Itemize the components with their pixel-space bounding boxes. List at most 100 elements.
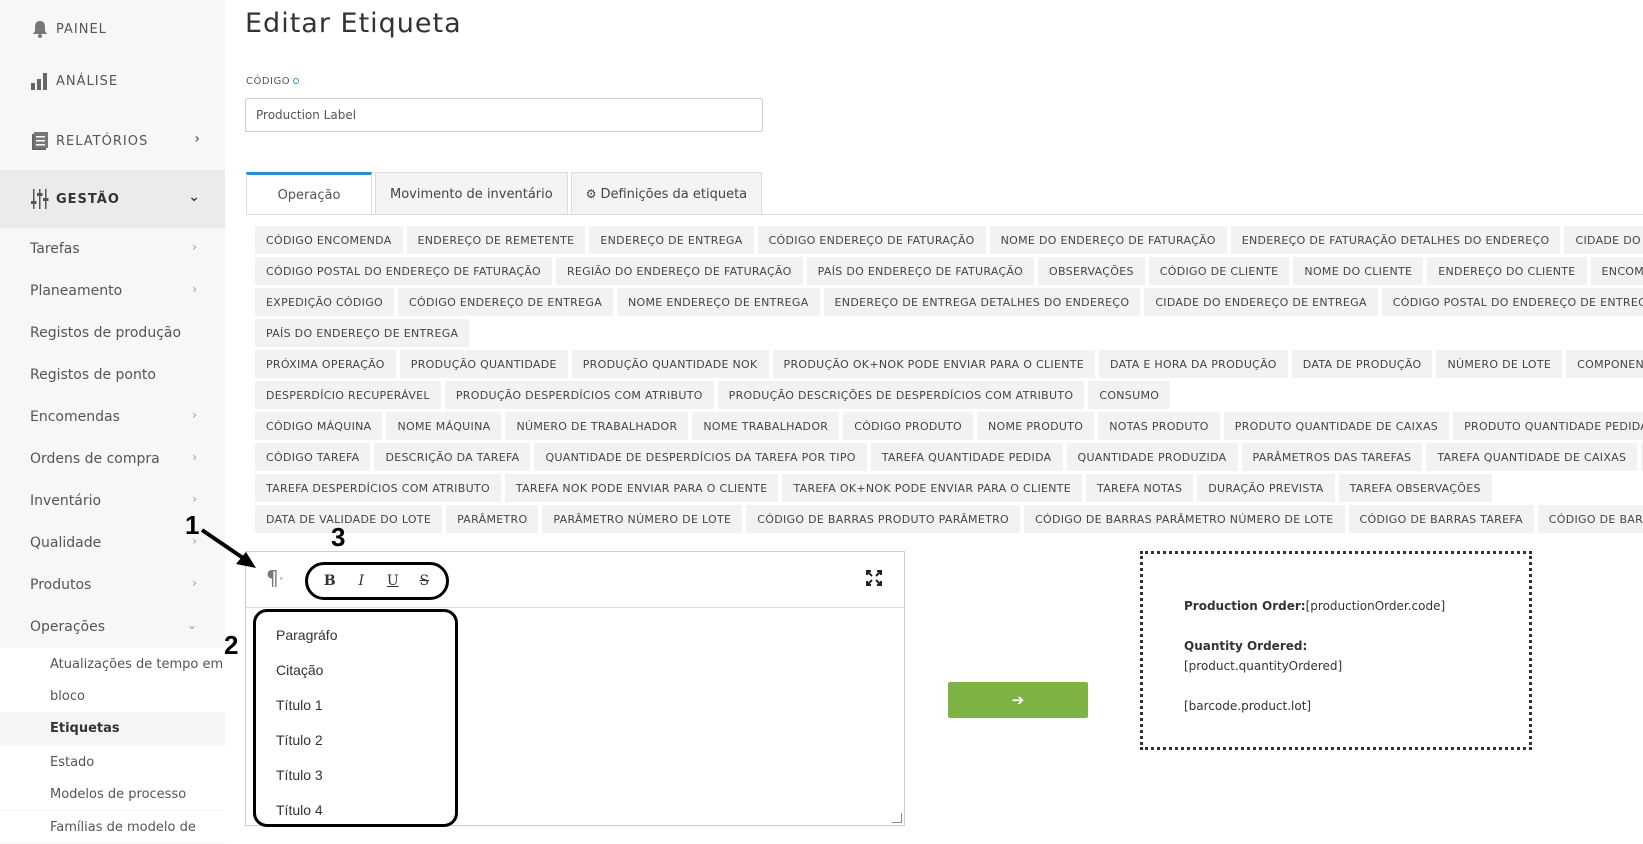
insert-field-tag[interactable]: CONSUMO	[1088, 381, 1171, 409]
insert-field-tag[interactable]: TAREFA OBSERVAÇÕES	[1338, 474, 1492, 502]
insert-field-tag[interactable]: EXPEDIÇÃO CÓDIGO	[255, 288, 394, 316]
insert-field-tag[interactable]: CÓDIGO ENDEREÇO DE ENTREGA	[398, 288, 614, 316]
insert-field-tag[interactable]: TAREFA NOTAS	[1086, 474, 1194, 502]
sidebar-subitem-modelos-processo[interactable]: Modelos de processo	[0, 778, 225, 810]
insert-field-tag[interactable]: PRODUTO QUANTIDADE PEDIDA	[1453, 412, 1643, 440]
dropdown-item-paragrafo[interactable]: Paragráfo	[256, 617, 455, 652]
insert-field-tag[interactable]: PRÓXIMA OPERAÇÃO	[255, 350, 396, 378]
insert-field-tag[interactable]: DATA E HORA DA PRODUÇÃO	[1099, 350, 1288, 378]
insert-field-tag[interactable]: PRODUÇÃO DESPERDÍCIOS COM ATRIBUTO	[444, 381, 714, 409]
insert-field-tag[interactable]: NOME PRODUTO	[977, 412, 1095, 440]
sidebar-subitem-atualizacoes[interactable]: Atualizações de tempo em	[0, 648, 225, 680]
insert-field-tag[interactable]: NÚMERO DE TRABALHADOR	[505, 412, 689, 440]
underline-button[interactable]: U	[381, 573, 405, 589]
insert-field-tag[interactable]: REGIÃO DO ENDEREÇO DE FATURAÇÃO	[555, 257, 803, 285]
insert-field-tag[interactable]: ENDEREÇO DE REMETENTE	[406, 226, 586, 254]
sidebar-item-registos-producao[interactable]: Registos de produção	[0, 312, 225, 354]
insert-field-tag[interactable]: NOME MÁQUINA	[386, 412, 502, 440]
insert-field-tag[interactable]: CÓDIGO DE BARRAS PARÂMETRO NÚMERO DE LOT…	[1024, 505, 1345, 533]
bold-button[interactable]: B	[318, 573, 342, 589]
insert-field-tag[interactable]: DATA DE PRODUÇÃO	[1291, 350, 1433, 378]
insert-field-tag[interactable]: TAREFA OK+NOK PODE ENVIAR PARA O CLIENTE	[782, 474, 1083, 502]
insert-field-tag[interactable]: CÓDIGO DE BARRAS EXP	[1537, 505, 1643, 533]
strikethrough-button[interactable]: S	[412, 573, 436, 589]
sidebar-item-encomendas[interactable]: Encomendas ›	[0, 396, 225, 438]
tab-movimento-inventario[interactable]: Movimento de inventário	[375, 172, 568, 215]
insert-field-tag[interactable]: TAREFA DESPERDÍCIOS COM ATRIBUTO	[255, 474, 501, 502]
insert-field-tag[interactable]: TAREFA QUANTIDADE DE CAIXAS	[1426, 443, 1638, 471]
insert-field-tag[interactable]: CIDADE DO ENDEREÇO	[1564, 226, 1643, 254]
insert-field-tag[interactable]: PRODUÇÃO QUANTIDADE	[399, 350, 568, 378]
editor-toolbar: ¶˅ B I U S	[246, 552, 904, 608]
insert-field-tag[interactable]: ENDEREÇO DE ENTREGA	[589, 226, 754, 254]
insert-field-tag[interactable]: QUANTIDADE PRODUZIDA	[1066, 443, 1238, 471]
sidebar-subitem-familias-modelo[interactable]: Famílias de modelo de	[0, 811, 225, 843]
insert-field-tag[interactable]: ENDEREÇO DO CLIENTE	[1427, 257, 1587, 285]
insert-field-tag[interactable]: DESCRIÇÃO DA TAREFA	[374, 443, 531, 471]
insert-field-tag[interactable]: NOME DO ENDEREÇO DE FATURAÇÃO	[989, 226, 1227, 254]
dropdown-item-titulo-4[interactable]: Título 4	[256, 792, 455, 827]
insert-field-tag[interactable]: ENDEREÇO DE ENTREGA DETALHES DO ENDEREÇO	[823, 288, 1141, 316]
insert-field-tag[interactable]: DURAÇÃO PREVISTA	[1197, 474, 1335, 502]
insert-field-tag[interactable]: PARÂMETRO	[446, 505, 539, 533]
insert-field-tag[interactable]: TAREFA QUANTIDADE PEDIDA	[870, 443, 1063, 471]
sidebar-subitem-estado[interactable]: Estado	[0, 746, 225, 778]
insert-field-tag[interactable]: COMPONENTE	[1566, 350, 1643, 378]
insert-field-tag[interactable]: ENDEREÇO DE FATURAÇÃO DETALHES DO ENDERE…	[1230, 226, 1561, 254]
insert-field-tag[interactable]: CÓDIGO DE BARRAS PRODUTO PARÂMETRO	[746, 505, 1020, 533]
insert-field-tag[interactable]: CÓDIGO ENCOMENDA	[255, 226, 403, 254]
dropdown-item-titulo-1[interactable]: Título 1	[256, 687, 455, 722]
render-preview-button[interactable]: ➔	[948, 682, 1088, 718]
dropdown-item-citacao[interactable]: Citação	[256, 652, 455, 687]
insert-field-tag[interactable]: PARÂMETROS DAS TAREFAS	[1241, 443, 1423, 471]
insert-field-tag[interactable]: PRODUÇÃO QUANTIDADE NOK	[571, 350, 769, 378]
insert-field-tag[interactable]: NOME TRABALHADOR	[692, 412, 840, 440]
insert-field-tag[interactable]: CÓDIGO TAREFA	[255, 443, 371, 471]
code-input[interactable]	[245, 98, 763, 132]
insert-field-tag[interactable]: NOME DO CLIENTE	[1293, 257, 1424, 285]
italic-button[interactable]: I	[349, 573, 373, 589]
insert-field-tag[interactable]: ENCOMENDA PAR	[1590, 257, 1643, 285]
sidebar-subitem-bloco[interactable]: bloco	[0, 680, 225, 712]
sidebar-item-planeamento[interactable]: Planeamento ›	[0, 270, 225, 312]
insert-field-tag[interactable]: CÓDIGO MÁQUINA	[255, 412, 383, 440]
insert-field-tag[interactable]: PAÍS DO ENDEREÇO DE FATURAÇÃO	[806, 257, 1035, 285]
nav-analise[interactable]: ANÁLISE	[0, 52, 225, 110]
sidebar-item-ordens-compra[interactable]: Ordens de compra ›	[0, 438, 225, 480]
expand-icon[interactable]	[865, 569, 883, 590]
insert-field-tag[interactable]: PRODUTO QUANTIDADE DE CAIXAS	[1223, 412, 1450, 440]
insert-field-tag[interactable]: CÓDIGO PRODUTO	[843, 412, 973, 440]
nav-relatorios[interactable]: RELATÓRIOS ›	[0, 112, 225, 170]
insert-field-tag[interactable]: CÓDIGO ENDEREÇO DE FATURAÇÃO	[757, 226, 986, 254]
insert-field-tag[interactable]: OBSERVAÇÕES	[1038, 257, 1145, 285]
insert-field-tag[interactable]: PRODUÇÃO DESCRIÇÕES DE DESPERDÍCIOS COM …	[717, 381, 1085, 409]
resize-handle[interactable]	[892, 813, 902, 823]
dropdown-item-titulo-3[interactable]: Título 3	[256, 757, 455, 792]
insert-field-tag[interactable]: TAREFA NOK PODE ENVIAR PARA O CLIENTE	[504, 474, 779, 502]
insert-field-tag[interactable]: CÓDIGO DE BARRAS TAREFA	[1348, 505, 1534, 533]
sidebar-item-produtos[interactable]: Produtos ›	[0, 564, 225, 606]
paragraph-format-button[interactable]: ¶˅	[266, 566, 284, 590]
insert-field-tag[interactable]: NOME ENDEREÇO DE ENTREGA	[617, 288, 820, 316]
sidebar-item-operacoes[interactable]: Operações ⌄	[0, 606, 225, 648]
insert-field-tag[interactable]: CIDADE DO ENDEREÇO DE ENTREGA	[1144, 288, 1378, 316]
sidebar-item-tarefas[interactable]: Tarefas ›	[0, 228, 225, 270]
insert-field-tag[interactable]: DESPERDÍCIO RECUPERÁVEL	[255, 381, 441, 409]
insert-field-tag[interactable]: NOTAS PRODUTO	[1098, 412, 1220, 440]
nav-painel[interactable]: PAINEL	[0, 0, 225, 58]
dropdown-item-titulo-2[interactable]: Título 2	[256, 722, 455, 757]
tab-definicoes-etiqueta[interactable]: ⚙ Definições da etiqueta	[570, 172, 763, 215]
tab-operacao[interactable]: Operação	[246, 172, 372, 215]
sidebar-subitem-etiquetas[interactable]: Etiquetas	[0, 712, 225, 744]
insert-field-tag[interactable]: PARÂMETRO NÚMERO DE LOTE	[542, 505, 743, 533]
insert-field-tag[interactable]: NÚMERO DE LOTE	[1436, 350, 1563, 378]
insert-field-tag[interactable]: CÓDIGO POSTAL DO ENDEREÇO DE ENTREGA	[1381, 288, 1643, 316]
insert-field-tag[interactable]: DATA DE VALIDADE DO LOTE	[255, 505, 443, 533]
sidebar-item-registos-ponto[interactable]: Registos de ponto	[0, 354, 225, 396]
insert-field-tag[interactable]: CÓDIGO POSTAL DO ENDEREÇO DE FATURAÇÃO	[255, 257, 552, 285]
insert-field-tag[interactable]: PAÍS DO ENDEREÇO DE ENTREGA	[255, 319, 470, 347]
nav-gestao[interactable]: GESTÃO ⌄	[0, 170, 225, 228]
insert-field-tag[interactable]: PRODUÇÃO OK+NOK PODE ENVIAR PARA O CLIEN…	[772, 350, 1095, 378]
insert-field-tag[interactable]: CÓDIGO DE CLIENTE	[1148, 257, 1290, 285]
insert-field-tag[interactable]: QUANTIDADE DE DESPERDÍCIOS DA TAREFA POR…	[534, 443, 867, 471]
